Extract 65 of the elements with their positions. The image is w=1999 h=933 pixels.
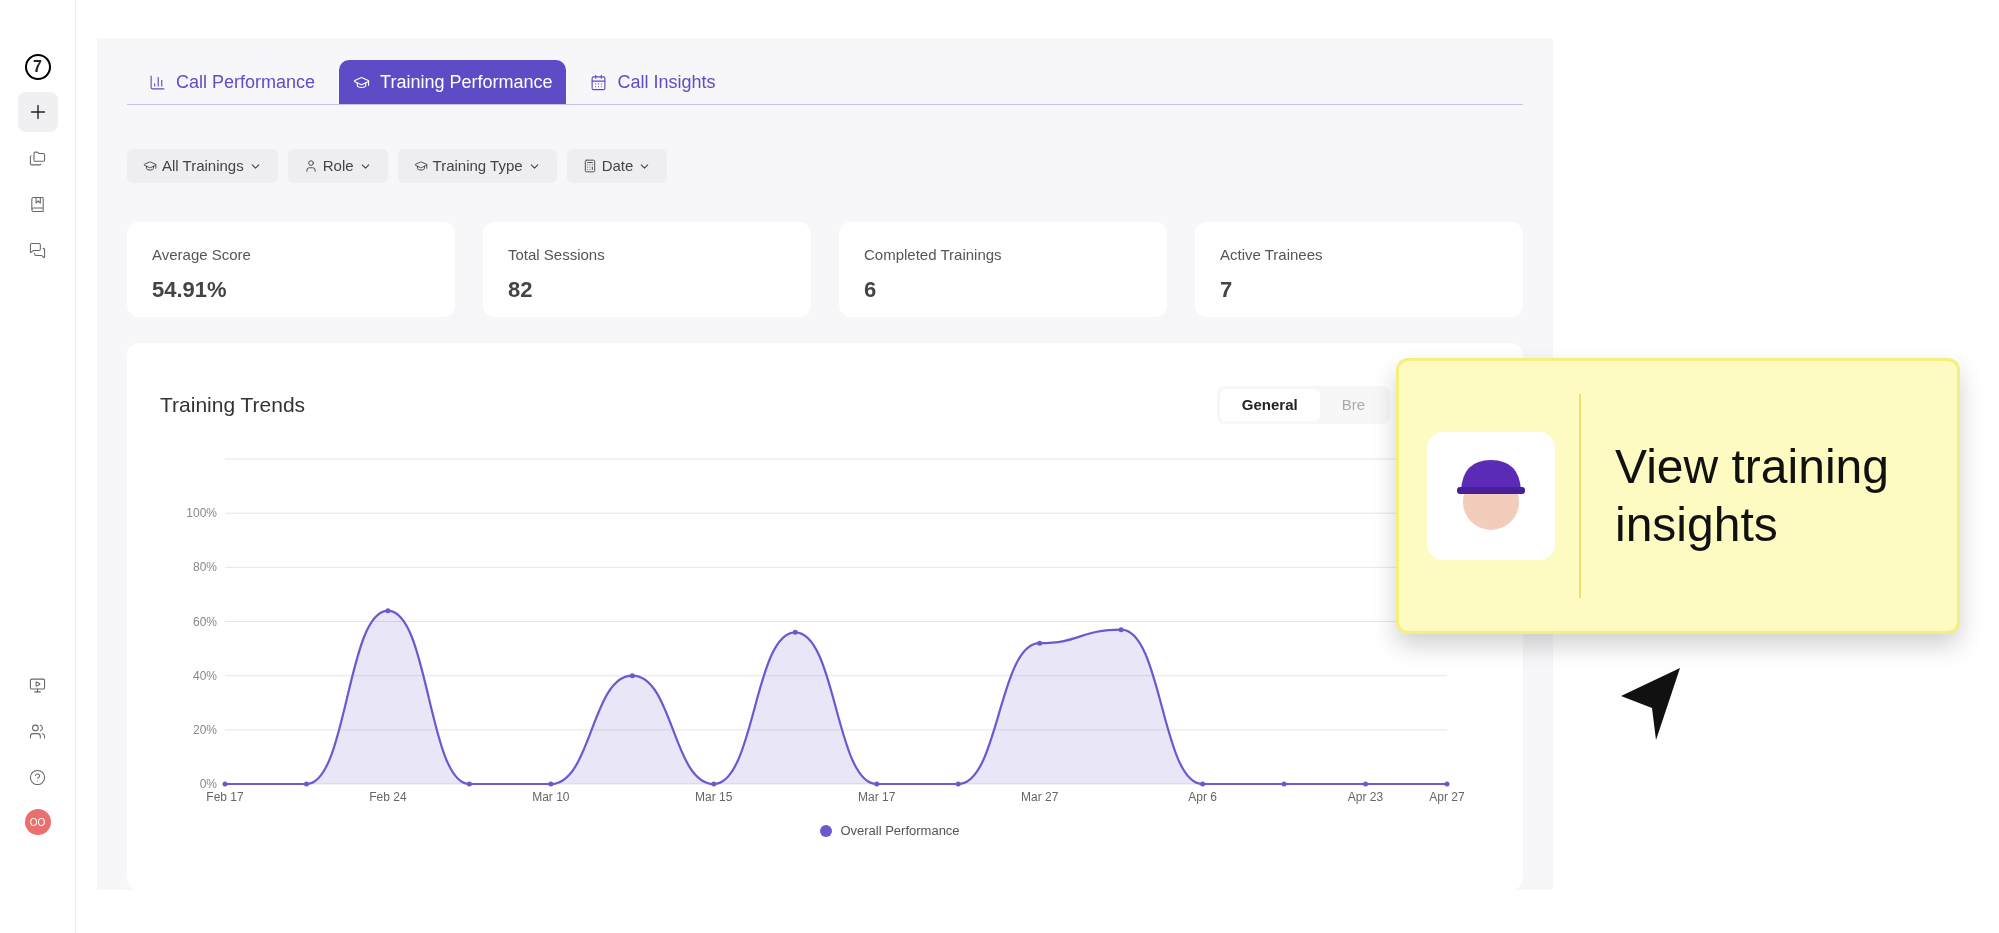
tab[interactable]: Call Performance xyxy=(135,60,330,104)
data-point xyxy=(385,608,391,614)
stat-label: Total Sessions xyxy=(508,245,606,265)
video-icon xyxy=(29,676,46,694)
filter-dropdown[interactable]: All Trainings xyxy=(127,149,278,183)
data-point xyxy=(1037,640,1043,646)
chart-title: Training Trends xyxy=(160,392,306,419)
graduation-cap-icon xyxy=(413,159,428,173)
graduation-cap-icon xyxy=(143,159,157,173)
filter-dropdown[interactable]: Role xyxy=(287,149,388,183)
data-point xyxy=(792,629,798,635)
calendar-icon xyxy=(590,73,608,91)
book-icon xyxy=(29,195,46,213)
data-point xyxy=(629,673,635,679)
stat-value: 7 xyxy=(1220,275,1234,304)
y-axis-label: 80% xyxy=(192,560,217,575)
x-axis-label: Mar 17 xyxy=(858,790,896,804)
logo: 7 xyxy=(24,54,51,80)
data-point xyxy=(874,781,880,787)
data-point xyxy=(955,781,961,787)
legend-label: Overall Performance xyxy=(840,822,960,840)
team-icon xyxy=(29,722,46,740)
data-point xyxy=(1363,781,1369,787)
tab[interactable]: Call Insights xyxy=(576,60,730,104)
x-axis-label: Mar 27 xyxy=(1021,790,1059,804)
x-axis-label: Mar 15 xyxy=(695,790,733,804)
x-axis-label: Feb 17 xyxy=(206,790,244,804)
stat-label: Completed Trainings xyxy=(864,245,1003,265)
sidebar-button[interactable] xyxy=(17,92,58,132)
data-point xyxy=(466,781,472,787)
data-point xyxy=(1281,781,1287,787)
y-axis-label: 100% xyxy=(186,506,217,521)
filter-dropdown[interactable]: Date xyxy=(566,149,668,183)
stat-label: Average Score xyxy=(152,245,252,265)
filter-dropdown[interactable]: Training Type xyxy=(397,149,557,183)
data-point xyxy=(548,781,554,787)
data-point xyxy=(1200,781,1206,787)
avatar-icon xyxy=(1427,432,1555,560)
user-icon xyxy=(303,159,318,173)
tab[interactable]: Training Performance xyxy=(339,60,567,104)
y-axis-label: 20% xyxy=(192,722,217,737)
chat-icon xyxy=(29,241,46,259)
y-axis-label: 0% xyxy=(199,777,217,791)
x-axis-label: Apr 23 xyxy=(1347,790,1384,804)
stat-value: 54.91% xyxy=(152,275,228,304)
y-axis-label: 40% xyxy=(192,668,217,683)
data-point xyxy=(303,781,309,787)
data-point xyxy=(222,781,228,787)
x-axis-label: Apr 6 xyxy=(1188,790,1217,804)
stat-value: 82 xyxy=(508,275,534,304)
x-axis-label: Apr 27 xyxy=(1429,790,1465,804)
data-point xyxy=(1118,627,1124,633)
y-axis-label: 60% xyxy=(192,614,217,629)
data-point xyxy=(711,781,717,787)
help-icon xyxy=(29,768,46,786)
data-point xyxy=(1444,781,1450,787)
bar-chart-icon xyxy=(149,73,166,91)
stat-label: Active Trainees xyxy=(1220,245,1324,265)
calculator-icon xyxy=(582,159,597,173)
view-toggle-option[interactable]: General xyxy=(1219,389,1320,421)
x-axis-label: Mar 10 xyxy=(532,790,570,804)
folders-icon xyxy=(29,149,46,167)
stat-value: 6 xyxy=(864,275,878,304)
x-axis-label: Feb 24 xyxy=(369,790,407,804)
callout-text: View training insights xyxy=(1615,439,1890,553)
